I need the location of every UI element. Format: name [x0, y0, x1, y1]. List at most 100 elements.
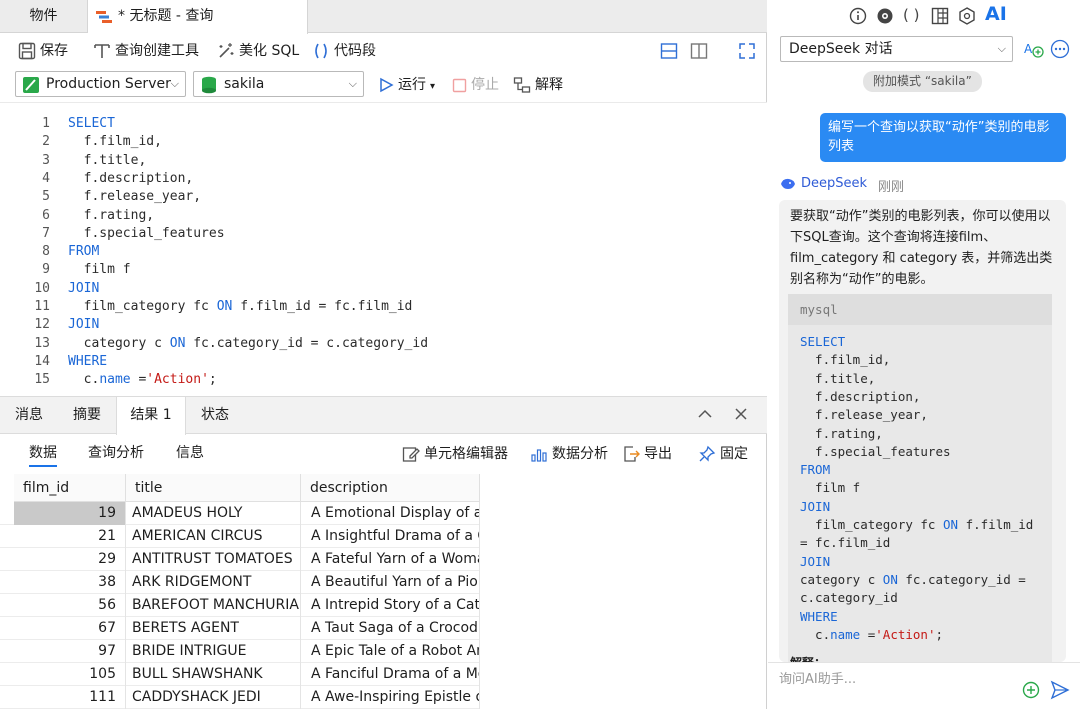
eye-icon[interactable]	[876, 7, 894, 29]
ai-tab-label[interactable]: AI	[985, 3, 1007, 25]
cell-description[interactable]: A Epic Tale of a Robot And	[301, 640, 480, 663]
ai-code-line: = fc.film_id	[800, 535, 891, 551]
connection-label: Production Server	[46, 76, 171, 92]
conversation-select[interactable]: DeepSeek 对话 ⌵	[780, 36, 1013, 62]
cell-film-id[interactable]: 105	[14, 663, 126, 686]
export-button[interactable]: 导出	[622, 437, 672, 471]
cell-editor-button[interactable]: 单元格编辑器	[402, 437, 508, 471]
cell-title[interactable]: BRIDE INTRIGUE	[126, 640, 301, 663]
sql-editor[interactable]: 1 2 3 4 5 6 7 8 9 10 11 12 13 14 15 SELECT f.film_id, …	[0, 102, 767, 396]
cell-description[interactable]: A Beautiful Yarn of a Pione	[301, 571, 480, 594]
line-number: 10	[34, 280, 50, 296]
result-grid[interactable]: film_id title description 19 AMADEUS HOLY…	[0, 474, 767, 709]
deepseek-icon	[780, 177, 796, 195]
more-options-button[interactable]	[1050, 39, 1070, 63]
layout-split-vertical-button[interactable]	[690, 33, 712, 69]
stop-button[interactable]: 停止	[452, 67, 499, 103]
cell-description[interactable]: A Intrepid Story of a Cat Ar	[301, 594, 480, 617]
tab-messages[interactable]: 消息	[0, 397, 58, 434]
table-row[interactable]: 56 BAREFOOT MANCHURIAN A Intrepid Story of…	[0, 594, 480, 617]
subtab-info[interactable]: 信息	[176, 442, 204, 462]
info-icon[interactable]	[849, 7, 867, 29]
data-analysis-button[interactable]: 数据分析	[530, 437, 608, 471]
cell-description[interactable]: A Fanciful Drama of a Moc	[301, 663, 480, 686]
cell-film-id[interactable]: 56	[14, 594, 126, 617]
snippet-button[interactable]: 代码段	[312, 33, 376, 69]
export-icon	[624, 446, 640, 462]
cell-title[interactable]: ANTITRUST TOMATOES	[126, 548, 301, 571]
table-row[interactable]: 29 ANTITRUST TOMATOES A Fateful Yarn of a …	[0, 548, 480, 571]
line-number: 2	[42, 134, 50, 150]
new-chat-button[interactable]: A	[1024, 39, 1044, 63]
explain-button[interactable]: 解释	[513, 67, 563, 103]
connection-select[interactable]: Production Server ⌵	[15, 71, 186, 97]
table-row[interactable]: 38 ARK RIDGEMONT A Beautiful Yarn of a Pio…	[0, 571, 480, 594]
tab-objects[interactable]: 物件	[0, 0, 88, 33]
magic-wand-icon	[219, 43, 234, 58]
send-button[interactable]	[1050, 680, 1070, 704]
explain-heading: 解释：	[790, 654, 826, 662]
cell-film-id[interactable]: 67	[14, 617, 126, 640]
code-language-label: mysql	[788, 294, 1052, 325]
add-context-button[interactable]	[1022, 681, 1040, 703]
layout-split-horizontal-button[interactable]	[660, 33, 682, 69]
table-row[interactable]: 19 AMADEUS HOLY A Emotional Display of a P	[0, 502, 480, 525]
code-line-3: f.title,	[68, 152, 147, 168]
cell-description[interactable]: A Taut Saga of a Crocodile	[301, 617, 480, 640]
cell-film-id[interactable]: 97	[14, 640, 126, 663]
table-row[interactable]: 21 AMERICAN CIRCUS A Insightful Drama of a…	[0, 525, 480, 548]
database-label: sakila	[224, 76, 265, 92]
fullscreen-button[interactable]	[738, 33, 760, 69]
column-header-description[interactable]: description	[301, 474, 480, 502]
cell-title[interactable]: CADDYSHACK JEDI	[126, 686, 301, 709]
cell-editor-label: 单元格编辑器	[424, 446, 508, 462]
export-label: 导出	[644, 446, 672, 462]
code-line-7: f.special_features	[68, 225, 225, 241]
cell-description[interactable]: A Emotional Display of a P	[301, 502, 480, 525]
collapse-panel-button[interactable]	[697, 406, 713, 426]
cell-film-id[interactable]: 29	[14, 548, 126, 571]
ai-code-line: f.film_id,	[800, 352, 891, 368]
subtab-query-analysis[interactable]: 查询分析	[88, 442, 144, 462]
run-button[interactable]: 运行 ▾	[378, 67, 435, 103]
table-row[interactable]: 111 CADDYSHACK JEDI A Awe-Inspiring Epistl…	[0, 686, 480, 709]
hexagon-icon[interactable]	[958, 7, 976, 29]
cell-title[interactable]: AMADEUS HOLY	[126, 502, 301, 525]
code-line-4: f.description,	[68, 170, 194, 186]
cell-film-id[interactable]: 21	[14, 525, 126, 548]
cell-film-id[interactable]: 19	[14, 502, 126, 525]
beautify-sql-button[interactable]: 美化 SQL	[217, 33, 299, 69]
cell-title[interactable]: BAREFOOT MANCHURIAN	[126, 594, 301, 617]
close-panel-button[interactable]	[733, 406, 749, 426]
tab-status[interactable]: 状态	[186, 397, 244, 434]
cell-film-id[interactable]: 111	[14, 686, 126, 709]
cell-description[interactable]: A Insightful Drama of a Gir	[301, 525, 480, 548]
ai-chat-input[interactable]: 询问AI助手...	[779, 668, 856, 687]
table-row[interactable]: 105 BULL SHAWSHANK A Fanciful Drama of a M…	[0, 663, 480, 686]
query-builder-button[interactable]: 查询创建工具	[93, 33, 199, 69]
database-select[interactable]: sakila ⌵	[193, 71, 364, 97]
subtab-data[interactable]: 数据	[29, 442, 57, 467]
table-row[interactable]: 97 BRIDE INTRIGUE A Epic Tale of a Robot A…	[0, 640, 480, 663]
cell-description[interactable]: A Awe-Inspiring Epistle of	[301, 686, 480, 709]
ai-code-line: film f	[800, 480, 861, 496]
line-number: 11	[34, 299, 50, 314]
cell-title[interactable]: BULL SHAWSHANK	[126, 663, 301, 686]
line-number: 13	[34, 335, 50, 351]
cell-description[interactable]: A Fateful Yarn of a Womar	[301, 548, 480, 571]
cell-film-id[interactable]: 38	[14, 571, 126, 594]
code-line-13: category c ON fc.category_id = c.categor…	[68, 335, 429, 351]
save-button[interactable]: 保存	[18, 33, 68, 69]
code-icon[interactable]: ( )	[903, 6, 919, 24]
column-header-title[interactable]: title	[126, 474, 301, 502]
column-header-film-id[interactable]: film_id	[14, 474, 126, 502]
cell-title[interactable]: BERETS AGENT	[126, 617, 301, 640]
pin-button[interactable]: 固定	[698, 437, 748, 471]
tab-summary[interactable]: 摘要	[58, 397, 116, 434]
tab-query[interactable]: * 无标题 - 查询	[88, 0, 308, 34]
tab-result-1[interactable]: 结果 1	[116, 397, 186, 435]
cell-title[interactable]: ARK RIDGEMONT	[126, 571, 301, 594]
table-icon[interactable]	[931, 7, 949, 29]
cell-title[interactable]: AMERICAN CIRCUS	[126, 525, 301, 548]
table-row[interactable]: 67 BERETS AGENT A Taut Saga of a Crocodile	[0, 617, 480, 640]
